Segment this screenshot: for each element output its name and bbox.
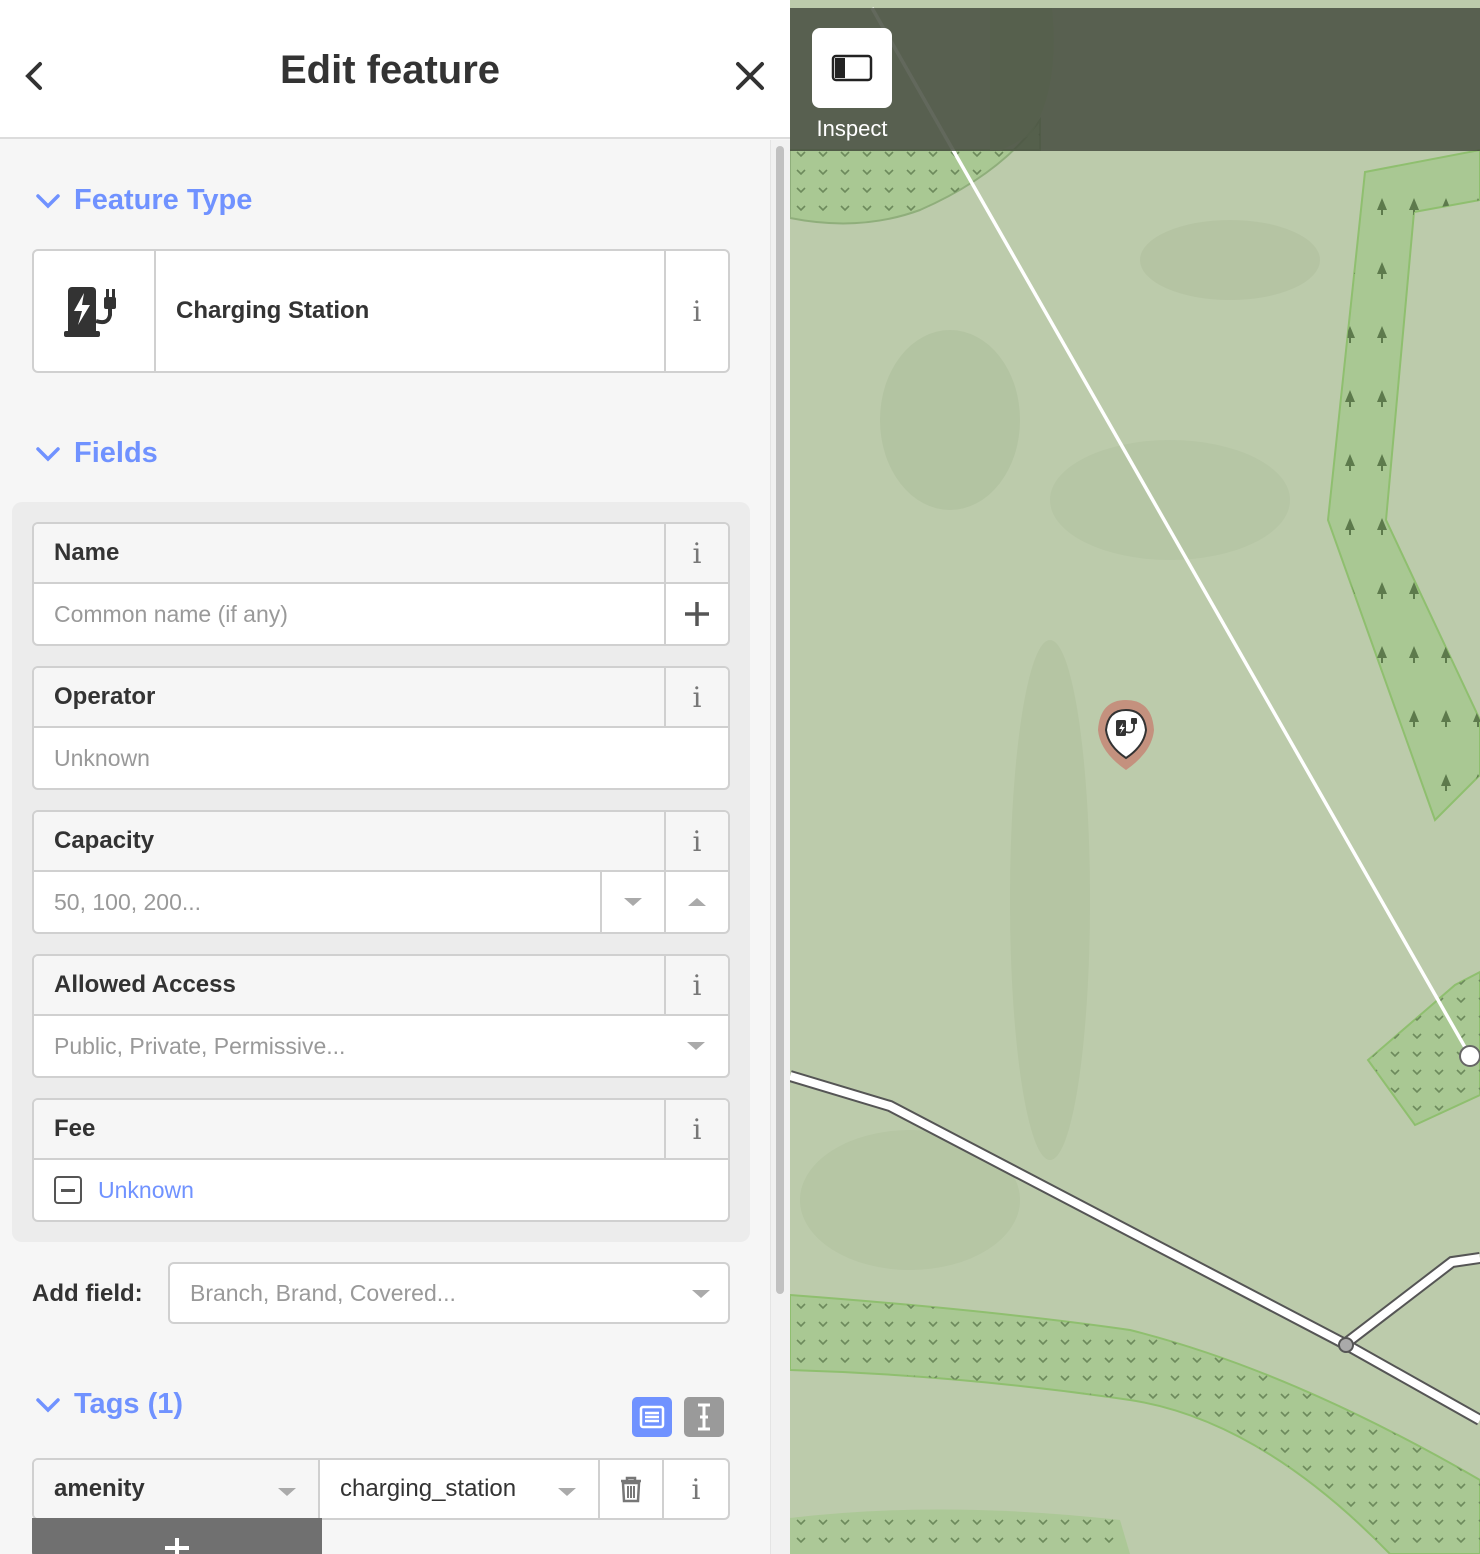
field-info-button[interactable]: i (664, 524, 728, 582)
list-view-button[interactable] (632, 1397, 672, 1437)
field-label: Capacity (54, 827, 155, 854)
decrement-icon (624, 898, 642, 906)
preset-name: Charging Station (176, 297, 370, 324)
field-label: Operator (54, 683, 156, 710)
tag-key: amenity (54, 1475, 145, 1502)
tag-value-input[interactable]: charging_station (320, 1460, 600, 1518)
sidebar: Edit feature Feature Type Charging Stati… (0, 0, 790, 1554)
increment-icon (688, 898, 706, 906)
charging-station-icon (34, 251, 156, 371)
field-fee: Fee i Unknown (32, 1098, 730, 1222)
caret-down-icon (692, 1290, 710, 1298)
chevron-down-icon (36, 1397, 60, 1412)
map-canvas[interactable] (790, 0, 1480, 1554)
sidebar-toggle-icon (831, 54, 873, 82)
decrement-button[interactable] (600, 872, 664, 932)
preset-info-button[interactable]: i (664, 251, 728, 371)
access-combo-input[interactable]: Public, Private, Permissive... (34, 1016, 664, 1076)
tag-info-button[interactable]: i (664, 1460, 728, 1518)
fee-value: Unknown (98, 1176, 194, 1203)
name-input[interactable]: Common name (if any) (34, 584, 664, 644)
indeterminate-checkbox-icon (54, 1176, 82, 1204)
text-view-button[interactable] (684, 1397, 724, 1437)
trash-icon (621, 1476, 641, 1503)
text-cursor-icon (698, 1403, 710, 1431)
chevron-down-icon (36, 193, 60, 208)
list-view-icon (639, 1405, 665, 1429)
inspect-label: Inspect (816, 116, 888, 141)
caret-down-icon (278, 1488, 296, 1496)
capacity-input[interactable]: 50, 100, 200... (34, 872, 600, 932)
increment-button[interactable] (664, 872, 728, 932)
plus-icon (685, 602, 709, 626)
fee-checkbox[interactable]: Unknown (34, 1160, 728, 1220)
add-localized-name-button[interactable] (664, 584, 728, 644)
section-tags-toggle[interactable]: Tags (1) (34, 1388, 183, 1421)
inspect-button[interactable] (812, 28, 892, 108)
operator-input[interactable]: Unknown (34, 728, 728, 788)
scrollbar-thumb[interactable] (776, 146, 784, 1294)
caret-down-icon (687, 1042, 705, 1050)
chevron-down-icon (36, 446, 60, 461)
section-title: Tags (1) (74, 1388, 184, 1420)
close-icon (736, 62, 764, 90)
field-label: Fee (54, 1115, 96, 1142)
tag-value: charging_station (340, 1475, 517, 1502)
field-name: Name i Common name (if any) (32, 522, 730, 646)
field-info-button[interactable]: i (664, 956, 728, 1014)
tag-key-input[interactable]: amenity (34, 1460, 320, 1518)
dropdown-caret[interactable] (664, 1016, 728, 1076)
add-field-label: Add field: (32, 1280, 143, 1307)
field-label: Allowed Access (54, 971, 236, 998)
field-info-button[interactable]: i (664, 1100, 728, 1158)
field-label: Name (54, 539, 120, 566)
section-feature-type-toggle[interactable]: Feature Type (34, 184, 252, 217)
add-field-input[interactable]: Branch, Brand, Covered... (168, 1262, 730, 1324)
field-access: Allowed Access i Public, Private, Permiss… (32, 954, 730, 1078)
add-field-placeholder: Branch, Brand, Covered... (190, 1279, 456, 1306)
panel-header: Edit feature (0, 0, 790, 139)
preset-selector[interactable]: Charging Station i (32, 249, 730, 373)
caret-down-icon (558, 1488, 576, 1496)
close-button[interactable] (724, 50, 776, 102)
section-title: Feature Type (74, 184, 253, 216)
field-info-button[interactable]: i (664, 812, 728, 870)
section-fields-toggle[interactable]: Fields (34, 437, 158, 470)
delete-tag-button[interactable] (600, 1460, 664, 1518)
field-capacity: Capacity i 50, 100, 200... (32, 810, 730, 934)
field-operator: Operator i Unknown (32, 666, 730, 790)
section-title: Fields (74, 437, 158, 469)
tag-row: amenity charging_station i (32, 1458, 730, 1520)
field-info-button[interactable]: i (664, 668, 728, 726)
plus-icon (165, 1538, 189, 1554)
page-title: Edit feature (279, 48, 501, 92)
add-tag-button[interactable] (32, 1518, 322, 1554)
map-layers (790, 0, 1480, 1554)
